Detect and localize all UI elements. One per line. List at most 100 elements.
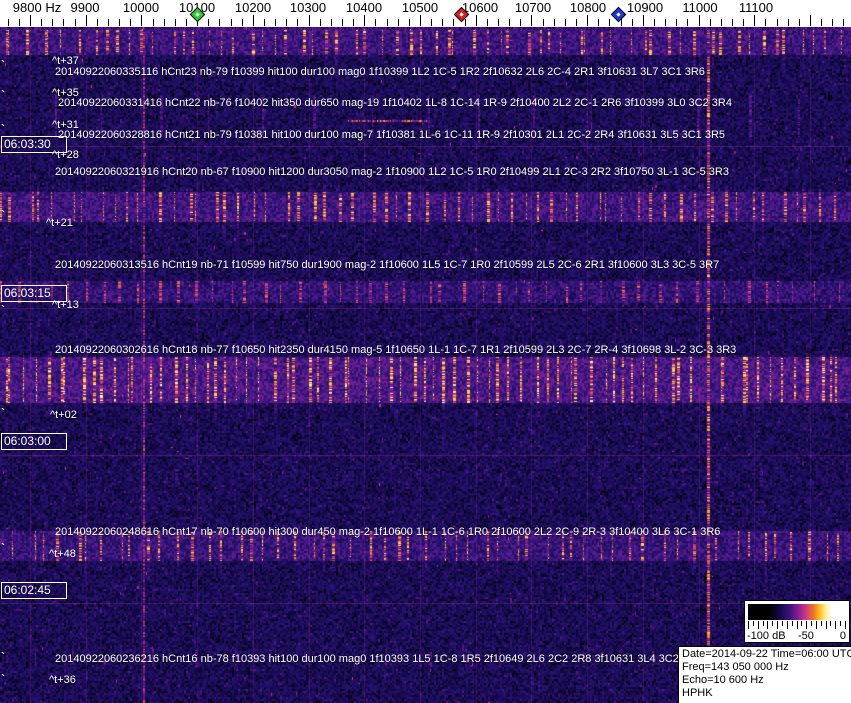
axis-label-11000: 11000 — [682, 0, 718, 15]
axis-tick — [153, 19, 154, 26]
legend-tick — [796, 621, 798, 629]
axis-tick — [654, 19, 655, 26]
event-log-line: 20140922060302616 hCnt18 nb-77 f10650 hi… — [55, 344, 737, 356]
legend-tick — [840, 621, 842, 626]
axis-tick — [520, 19, 521, 26]
axis-tick — [843, 19, 844, 26]
axis-tick — [821, 19, 822, 26]
event-log-line: 20140922060321916 hCnt20 nb-67 f10900 hi… — [55, 166, 729, 178]
axis-tick — [509, 19, 510, 26]
legend-tick — [752, 621, 754, 626]
legend-tick — [748, 621, 749, 629]
axis-tick — [487, 19, 488, 26]
legend-tick — [815, 621, 817, 629]
axis-tick — [387, 19, 388, 26]
axis-tick — [364, 15, 365, 26]
legend-tick — [811, 621, 813, 626]
axis-tick — [141, 15, 142, 26]
spectrogram-app-window: 9800 Hz990010000101001020010300104001050… — [0, 0, 851, 703]
axis-tick — [765, 19, 766, 26]
axis-tick — [609, 19, 610, 26]
axis-tick — [743, 19, 744, 26]
axis-tick — [275, 19, 276, 26]
axis-tick — [342, 19, 343, 26]
axis-tick — [710, 19, 711, 26]
axis-tick — [186, 19, 187, 26]
spectrogram-area[interactable]: 06:03:30 06:03:15 06:03:00 06:02:45 ^t+37 ^t+… — [0, 27, 851, 703]
axis-tick — [665, 19, 666, 26]
axis-tick — [41, 19, 42, 26]
legend-tick — [820, 621, 822, 626]
edge-tick-mark: ` — [1, 541, 5, 555]
axis-tick — [676, 19, 677, 26]
axis-tick — [30, 15, 31, 26]
axis-label-9800-Hz: 9800 Hz — [12, 0, 62, 15]
axis-tick — [286, 19, 287, 26]
axis-tick — [97, 19, 98, 26]
axis-tick — [587, 15, 588, 26]
legend-label-max: 0 — [839, 630, 846, 642]
event-log-line: 20140922060236216 hCnt16 nb-78 f10393 hi… — [55, 653, 696, 665]
axis-tick — [565, 19, 566, 26]
axis-label-10800: 10800 — [569, 0, 607, 15]
legend-tick — [786, 621, 788, 629]
axis-tick — [164, 19, 165, 26]
legend-tick — [772, 621, 774, 626]
event-log-line: 20140922060335116 hCnt23 nb-79 f10399 hi… — [55, 66, 705, 78]
axis-tick — [687, 19, 688, 26]
event-tag: ^t+21 — [46, 217, 73, 229]
axis-label-9900: 9900 — [70, 0, 100, 15]
frequency-axis: 9800 Hz990010000101001020010300104001050… — [0, 0, 851, 27]
legend-tick — [801, 621, 803, 626]
axis-tick — [398, 19, 399, 26]
axis-tick — [409, 19, 410, 26]
edge-tick-mark: ` — [1, 406, 5, 420]
legend-tick — [757, 621, 759, 629]
edge-tick-mark: ` — [1, 672, 5, 686]
axis-tick — [231, 19, 232, 26]
time-label: 06:03:00 — [1, 433, 67, 450]
axis-tick — [543, 19, 544, 26]
axis-tick — [732, 19, 733, 26]
axis-label-10900: 10900 — [626, 0, 664, 15]
event-tag: ^t+28 — [52, 149, 79, 161]
axis-tick — [208, 19, 209, 26]
axis-tick — [320, 19, 321, 26]
event-log-line: 20140922060328816 hCnt21 nb-79 f10381 hi… — [58, 129, 726, 141]
axis-tick — [777, 19, 778, 26]
info-station: HPHK — [682, 687, 713, 699]
axis-tick — [264, 19, 265, 26]
axis-label-11100: 11100 — [738, 0, 774, 15]
edge-tick-mark: ` — [1, 650, 5, 664]
event-tag: ^t+36 — [49, 674, 76, 686]
axis-label-10400: 10400 — [345, 0, 383, 15]
event-tag: ^t+48 — [49, 548, 76, 560]
axis-tick — [621, 19, 622, 26]
legend-tick — [777, 621, 779, 629]
axis-tick — [476, 15, 477, 26]
axis-tick — [130, 19, 131, 26]
legend-tick — [781, 621, 783, 626]
db-color-scale-legend: -100 dB -50 0 — [744, 600, 850, 643]
axis-tick — [442, 19, 443, 26]
axis-tick — [375, 19, 376, 26]
axis-tick — [643, 15, 644, 26]
event-tag: ^t+13 — [52, 299, 79, 311]
axis-tick — [242, 19, 243, 26]
edge-tick-mark: ` — [1, 58, 5, 72]
axis-tick — [331, 19, 332, 26]
color-gradient-bar — [748, 604, 845, 620]
axis-tick — [19, 19, 20, 26]
axis-tick — [576, 19, 577, 26]
axis-tick — [420, 15, 421, 26]
axis-tick — [799, 19, 800, 26]
marker-blue-diamond[interactable] — [610, 6, 627, 23]
info-date-time: Date=2014-09-22 Time=06:00 UTC — [682, 648, 851, 660]
legend-label-mid: -50 — [798, 630, 814, 642]
axis-tick — [632, 19, 633, 26]
axis-tick — [175, 19, 176, 26]
axis-tick — [75, 19, 76, 26]
axis-tick — [465, 19, 466, 26]
axis-tick — [721, 19, 722, 26]
axis-label-10200: 10200 — [234, 0, 272, 15]
